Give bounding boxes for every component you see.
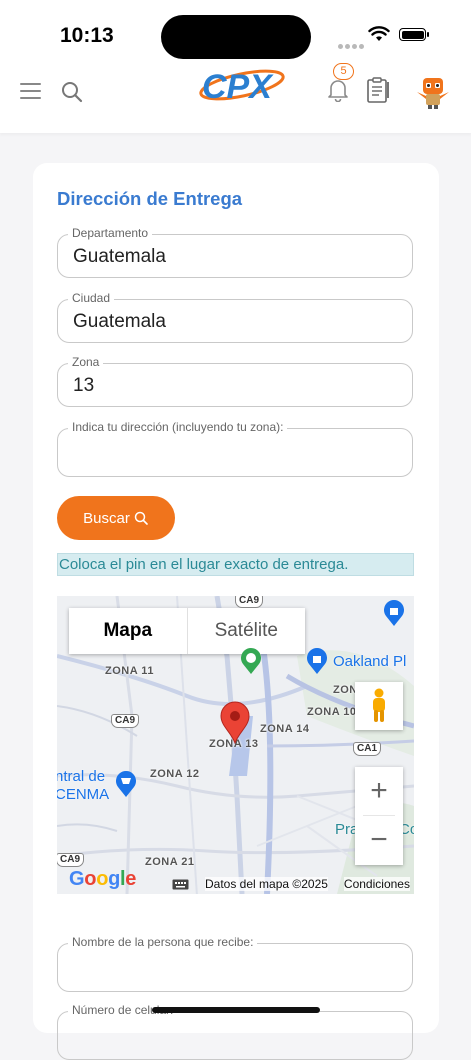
app-header: CPX 5 [0, 60, 471, 133]
zona-label: Zona [68, 355, 104, 369]
buscar-button[interactable]: Buscar [57, 496, 175, 540]
wifi-icon [368, 26, 390, 41]
map-type-control: Mapa Satélite [69, 608, 305, 654]
map-label: ZONA 10 [307, 706, 357, 718]
ciudad-value: Guatemala [73, 311, 166, 332]
map-place-label: Oakland Pl [333, 653, 407, 670]
departamento-label: Departamento [68, 226, 153, 240]
highway-shield: CA9 [57, 853, 85, 867]
street-view-button[interactable] [355, 682, 403, 730]
map-label: ZONA 14 [260, 723, 310, 735]
departamento-value: Guatemala [73, 246, 166, 267]
nombre-field[interactable]: Nombre de la persona que recibe: [57, 935, 413, 992]
highway-shield: CA9 [111, 714, 140, 728]
status-time: 10:13 [60, 24, 114, 47]
shopping-poi-icon [307, 648, 327, 674]
shopping-poi-icon [384, 600, 404, 626]
map-place-label: ntral de [57, 768, 106, 785]
celular-field[interactable]: Número de celular: [57, 1003, 413, 1060]
delivery-address-card: Dirección de Entrega Departamento Guatem… [33, 163, 439, 1060]
status-bar: 10:13 [0, 0, 471, 60]
google-logo: Google [69, 868, 137, 890]
park-poi-icon [241, 648, 261, 674]
direccion-field[interactable]: Indica tu dirección (incluyendo tu zona)… [57, 420, 413, 477]
map-label: ZONA 21 [145, 856, 195, 868]
map-label: ZONA 11 [105, 665, 154, 677]
map-data-text: Datos del mapa ©2025 [205, 877, 328, 891]
battery-icon [399, 28, 429, 41]
map-view[interactable]: Mapa Satélite CA9 CA9 CA1 CA9 ZONA 11 ZO… [57, 596, 414, 894]
direccion-label: Indica tu dirección (incluyendo tu zona)… [68, 420, 288, 434]
cellular-signal-icon [338, 36, 366, 54]
zoom-in-button[interactable]: + [355, 767, 403, 815]
pegman-icon [373, 688, 385, 722]
map-label: ZONA 12 [150, 768, 200, 780]
pin-hint-banner: Coloca el pin en el lugar exacto de entr… [57, 553, 414, 576]
ciudad-field[interactable]: Ciudad Guatemala [57, 291, 413, 343]
map-terms-link[interactable]: Condiciones [343, 877, 410, 891]
keyboard-icon[interactable] [172, 879, 189, 890]
nombre-label: Nombre de la persona que recibe: [68, 935, 258, 949]
zoom-control: + − [355, 767, 403, 865]
highway-shield: CA1 [353, 742, 382, 756]
avatar[interactable] [416, 76, 450, 110]
map-type-map-button[interactable]: Mapa [69, 608, 188, 654]
zoom-out-button[interactable]: − [355, 816, 403, 864]
page-title: Dirección de Entrega [57, 188, 243, 209]
bell-icon[interactable] [327, 78, 349, 102]
search-icon[interactable] [60, 80, 84, 104]
zona-field[interactable]: Zona 13 [57, 355, 413, 407]
map-attribution: Datos del mapa ©2025 Condiciones [172, 877, 410, 891]
highway-shield: CA9 [235, 596, 264, 608]
buscar-label: Buscar [83, 509, 130, 527]
cart-poi-icon [116, 771, 136, 797]
zona-value: 13 [73, 375, 95, 396]
svg-text:CPX: CPX [202, 68, 274, 106]
search-icon [134, 511, 148, 525]
notification-badge: 5 [333, 63, 354, 80]
clipboard-icon[interactable] [364, 76, 392, 104]
menu-icon[interactable] [20, 83, 41, 104]
ciudad-label: Ciudad [68, 291, 115, 305]
map-place-label: CENMA [57, 786, 110, 803]
dynamic-island [161, 15, 311, 59]
home-indicator [152, 1007, 320, 1013]
location-pin-icon[interactable] [219, 700, 251, 744]
cpx-logo[interactable]: CPX [196, 60, 288, 110]
departamento-field[interactable]: Departamento Guatemala [57, 226, 413, 278]
